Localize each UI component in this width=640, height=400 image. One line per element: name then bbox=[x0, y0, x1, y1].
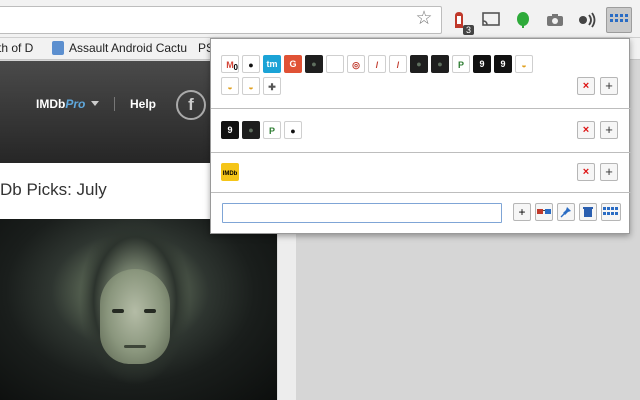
remove-group-button[interactable]: × bbox=[577, 77, 595, 95]
steam-icon bbox=[52, 41, 64, 55]
remove-group-button[interactable]: × bbox=[577, 121, 595, 139]
nine-icon[interactable]: 9 bbox=[473, 55, 491, 73]
circle-dark-icon-4[interactable]: ● bbox=[242, 121, 260, 139]
tab-groups-popup: M 0 ● tm G ● ◎ / / ● ● P 9 9 ◒ ◒ ◒ ✚ × + 9 ● P ● × + IMDb ×… bbox=[210, 38, 631, 235]
github-icon-2[interactable]: ● bbox=[284, 121, 302, 139]
tab-icon-glyph: G bbox=[289, 59, 297, 69]
trash-icon[interactable] bbox=[579, 203, 597, 221]
tab-icon-glyph: ◎ bbox=[352, 60, 360, 70]
group-name-input[interactable] bbox=[222, 203, 502, 223]
blank-page-icon[interactable] bbox=[326, 55, 344, 73]
page-title: Db Picks: July bbox=[0, 180, 107, 199]
tab-icon-glyph: P bbox=[268, 126, 275, 136]
address-bar[interactable] bbox=[0, 6, 442, 34]
tab-icons-row: 9 ● P ● bbox=[221, 121, 305, 139]
eye-shape bbox=[112, 309, 124, 313]
tab-icon-glyph: ● bbox=[437, 59, 443, 69]
bookmark-label: Assault Android Cactu bbox=[69, 41, 188, 55]
tab-group-2: 9 ● P ● × + bbox=[211, 108, 631, 152]
add-tab-button[interactable]: + bbox=[600, 121, 618, 139]
sound-icon[interactable] bbox=[574, 7, 600, 33]
add-tab-button[interactable]: + bbox=[600, 77, 618, 95]
bookmark-item[interactable]: Assault Android Cactu bbox=[52, 41, 187, 55]
tab-icon-glyph: tm bbox=[266, 59, 278, 69]
tab-groups-extension-icon[interactable] bbox=[606, 7, 632, 33]
bookmark-star-icon[interactable]: ☆ bbox=[414, 9, 434, 29]
browser-toolbar: ☆ 3 bbox=[0, 0, 640, 38]
circle-dark-icon-2[interactable]: ● bbox=[410, 55, 428, 73]
facebook-icon[interactable]: f bbox=[176, 90, 206, 120]
help-link[interactable]: Help bbox=[130, 97, 156, 111]
eye-shape bbox=[144, 309, 156, 313]
tab-group-3: IMDb × + bbox=[211, 152, 631, 192]
tab-icon-glyph: 9 bbox=[227, 125, 233, 135]
tab-icons-row: ◒ ◒ ✚ bbox=[221, 77, 284, 95]
tab-group-1: M 0 ● tm G ● ◎ / / ● ● P 9 9 ◒ ◒ ◒ ✚ × + bbox=[211, 49, 631, 107]
bookmark-label: th of D bbox=[0, 41, 34, 55]
add-group-button[interactable]: + bbox=[513, 203, 531, 221]
tab-icon-glyph: 9 bbox=[500, 59, 506, 69]
tab-icon-glyph: P bbox=[457, 60, 464, 70]
tab-icon-glyph: ◒ bbox=[521, 60, 527, 70]
tab-icon-glyph: / bbox=[375, 60, 379, 70]
nine-icon-2[interactable]: 9 bbox=[494, 55, 512, 73]
tab-icons-row: IMDb bbox=[221, 163, 242, 181]
slash-icon-2[interactable]: / bbox=[389, 55, 407, 73]
add-tab-button[interactable]: + bbox=[600, 163, 618, 181]
tab-icon-glyph: ● bbox=[311, 59, 317, 69]
chevron-down-icon[interactable] bbox=[91, 101, 99, 106]
camera-icon[interactable] bbox=[542, 7, 568, 33]
tab-icon-glyph: ● bbox=[248, 125, 254, 135]
new-group-bar: + bbox=[211, 192, 631, 235]
nine-icon-3[interactable]: 9 bbox=[221, 121, 239, 139]
tab-icons-row: M 0 ● tm G ● ◎ / / ● ● P 9 9 ◒ bbox=[221, 55, 536, 73]
chrome-store-icon[interactable]: ◒ bbox=[515, 55, 533, 73]
cast-icon[interactable] bbox=[478, 7, 504, 33]
green-leaf-icon[interactable] bbox=[510, 7, 536, 33]
p-green-icon-2[interactable]: P bbox=[263, 121, 281, 139]
tab-icon-glyph: / bbox=[396, 60, 400, 70]
tm-icon[interactable]: tm bbox=[263, 55, 281, 73]
circle-dark-icon[interactable]: ● bbox=[305, 55, 323, 73]
face-shape bbox=[100, 269, 170, 364]
pin-icon[interactable] bbox=[557, 203, 575, 221]
chrome-store-icon-3[interactable]: ◒ bbox=[242, 77, 260, 95]
tab-count-badge: 0 bbox=[233, 63, 238, 72]
imdbpro-pro-text: Pro bbox=[65, 97, 86, 111]
tab-icon-glyph: ● bbox=[248, 60, 254, 70]
scrollbar[interactable] bbox=[277, 219, 296, 400]
mouth-shape bbox=[124, 345, 146, 348]
extension-icons: 3 bbox=[446, 7, 638, 35]
p-green-icon[interactable]: P bbox=[452, 55, 470, 73]
imdbpro-imdb-text: IMDb bbox=[36, 97, 66, 111]
tab-icon-glyph: ◒ bbox=[227, 82, 233, 92]
tab-icon-glyph: ● bbox=[416, 59, 422, 69]
imdbpro-link[interactable]: IMDbPro bbox=[36, 97, 85, 111]
tab-icon-glyph: ✚ bbox=[268, 82, 276, 92]
grid-view-icon[interactable] bbox=[601, 203, 621, 221]
extension-badge: 3 bbox=[462, 25, 474, 35]
puzzle-icon[interactable]: ✚ bbox=[263, 77, 281, 95]
g-red-icon[interactable]: G bbox=[284, 55, 302, 73]
tab-icon-glyph: 9 bbox=[479, 59, 485, 69]
tab-icon-glyph: IMDb bbox=[222, 171, 238, 177]
imdb-icon[interactable]: IMDb bbox=[221, 163, 239, 181]
divider bbox=[114, 97, 115, 111]
feature-image[interactable] bbox=[0, 219, 277, 400]
glasses-icon[interactable] bbox=[535, 203, 553, 221]
ring-icon[interactable]: ◎ bbox=[347, 55, 365, 73]
gmail-icon[interactable]: M0 bbox=[221, 55, 239, 73]
adblock-extension-icon[interactable]: 3 bbox=[446, 7, 474, 35]
github-icon[interactable]: ● bbox=[242, 55, 260, 73]
bookmark-item[interactable]: th of D bbox=[0, 41, 33, 55]
tab-icon-glyph: ● bbox=[290, 126, 296, 136]
tab-icon-glyph: ◒ bbox=[248, 82, 254, 92]
chrome-store-icon-2[interactable]: ◒ bbox=[221, 77, 239, 95]
remove-group-button[interactable]: × bbox=[577, 163, 595, 181]
circle-dark-icon-3[interactable]: ● bbox=[431, 55, 449, 73]
slash-icon[interactable]: / bbox=[368, 55, 386, 73]
